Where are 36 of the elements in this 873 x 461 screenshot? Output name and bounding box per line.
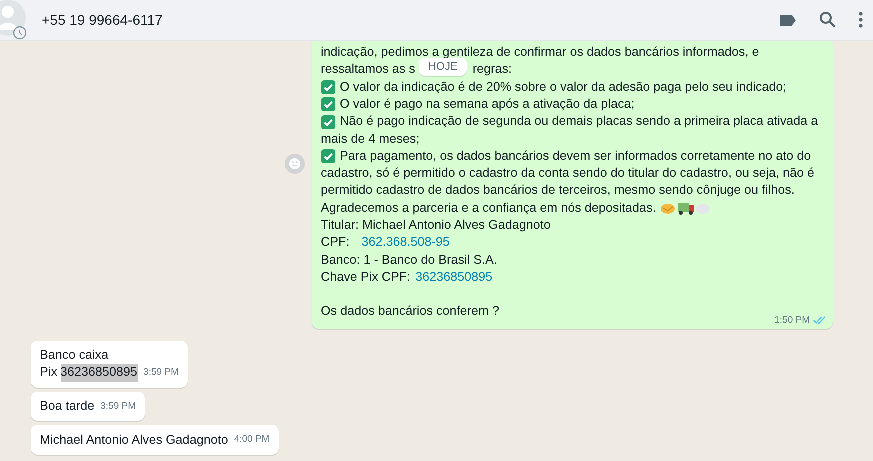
message-time: 3:59 PM xyxy=(100,400,136,414)
message-text: Pix xyxy=(40,364,58,382)
smiley-icon xyxy=(289,158,301,170)
check-icon xyxy=(321,80,336,95)
menu-icon[interactable] xyxy=(859,12,863,28)
check-icon xyxy=(321,149,336,164)
message-text: Banco: 1 - Banco do Brasil S.A. xyxy=(321,252,498,269)
emoji-drawing xyxy=(660,200,712,216)
message-text: O valor é pago na semana após a ativação da placa; xyxy=(340,96,635,113)
message-text: Os dados bancários conferem ? xyxy=(321,303,500,320)
check-icon xyxy=(321,114,336,130)
message-text: ressaltamos as s xyxy=(321,61,416,78)
message-text: Titular: Michael Antonio Alves Gadagnoto xyxy=(321,217,551,234)
date-chip: HOJE xyxy=(419,58,467,76)
field-label: Chave Pix CPF: xyxy=(321,268,411,286)
message-text: regras: xyxy=(472,61,512,78)
search-icon[interactable] xyxy=(819,11,837,29)
message-time: 4:00 PM xyxy=(234,433,270,448)
check-icon xyxy=(321,97,336,112)
phone-link[interactable]: 36236850895 xyxy=(416,268,493,286)
message-text: Boa tarde xyxy=(40,398,95,415)
phone-link[interactable]: 362.368.508-95 xyxy=(362,234,450,252)
message-text: Agradecemos a parceria e a confiança em nós depositadas. xyxy=(321,200,656,217)
message-text: mais de 4 meses; xyxy=(321,130,420,148)
label-icon[interactable] xyxy=(779,14,797,26)
selected-text: 36236850895 xyxy=(60,364,138,382)
message-text: cadastro, só é permitido o cadastro da conta sendo do titular do cadastro, ou seja, não é xyxy=(321,165,815,182)
field-label: CPF: xyxy=(321,234,350,252)
message-time: 1:50 PM xyxy=(774,314,810,328)
message-text: Para pagamento, os dados bancários devem ser informados corretamente no ato do xyxy=(340,148,812,165)
message-text: O valor da indicação é de 20% sobre o valor da adesão paga pelo seu indicado; xyxy=(340,78,787,96)
message-time: 3:59 PM xyxy=(144,366,179,380)
message-text: Não é pago indicação de segunda ou demais placas sendo a primeira placa ativada a xyxy=(340,113,818,130)
message-text: Michael Antonio Alves Gadagnoto xyxy=(40,432,228,449)
message-text: Banco caixa xyxy=(40,346,109,364)
message-text: permitido cadastro de dados bancários de terceiros, mesmo sendo cônjuge ou filhos. xyxy=(321,182,795,200)
